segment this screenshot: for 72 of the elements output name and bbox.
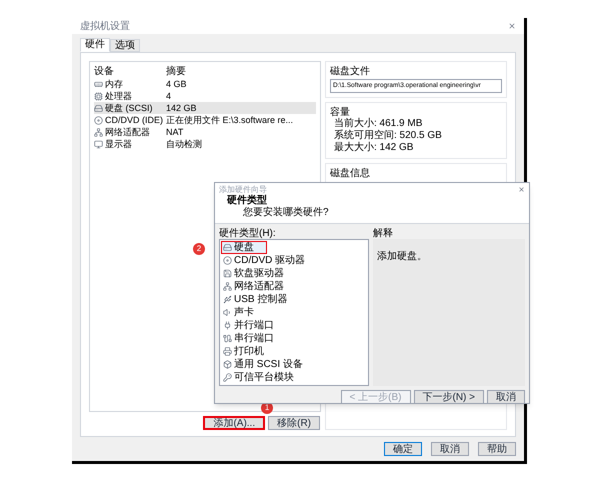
explanation-text: 添加硬盘。 (377, 251, 427, 262)
hardware-item[interactable]: 串行端口 (221, 332, 276, 345)
network-icon (94, 128, 103, 136)
dialog-button[interactable]: 取消 (487, 390, 525, 404)
group-heading: 容量 (330, 107, 351, 118)
device-summary: 4 GB (166, 78, 187, 90)
device-row[interactable]: CD/DVD (IDE) 正在使用文件 E:\3.software re... (94, 114, 316, 126)
monitor-icon (94, 140, 103, 148)
device-row[interactable]: 网络适配器 NAT (94, 126, 316, 138)
device-summary: 142 GB (166, 102, 197, 114)
hardware-item[interactable]: USB 控制器 (221, 293, 290, 306)
hard-drive-icon (223, 243, 232, 252)
list-label: 硬件类型(H): (219, 228, 277, 239)
network-icon (223, 282, 232, 291)
hardware-item[interactable]: 可信平台模块 (221, 371, 296, 384)
speaker-icon (223, 308, 232, 317)
device-summary: 4 (166, 90, 172, 102)
device-row[interactable]: 显示器 自动检测 (94, 138, 316, 150)
close-icon[interactable] (518, 186, 525, 192)
printer-icon (223, 347, 232, 356)
device-row[interactable]: 内存 4 GB (94, 78, 316, 90)
dialog-button[interactable]: 取消 (431, 442, 469, 456)
device-name: 硬盘 (SCSI) (105, 102, 153, 114)
column-header: 摘要 (166, 66, 186, 77)
dialog-button[interactable]: 帮助 (478, 442, 516, 456)
usb-icon (223, 295, 232, 304)
device-name: 内存 (105, 78, 123, 90)
disc-icon (223, 256, 232, 265)
explain-label: 解释 (373, 228, 394, 239)
hardware-item[interactable]: CD/DVD 驱动器 (221, 254, 308, 267)
cable-icon (223, 334, 232, 343)
dialog-button[interactable]: 添加(A)... (203, 416, 266, 430)
capacity-text: 系统可用空间: 520.5 GB (333, 130, 443, 142)
column-header: 设备 (94, 66, 115, 77)
device-summary: 自动检测 (166, 138, 202, 150)
dialog-button[interactable]: 移除(R) (268, 416, 320, 430)
device-row[interactable]: 硬盘 (SCSI) 142 GB (94, 102, 316, 114)
hardware-item[interactable]: 通用 SCSI 设备 (221, 358, 305, 371)
hardware-item[interactable]: 硬盘 (221, 241, 267, 254)
close-icon[interactable] (508, 22, 516, 30)
hardware-item[interactable]: 网络适配器 (221, 280, 286, 293)
capacity-text: 当前大小: 461.9 MB (333, 118, 424, 130)
device-name: 网络适配器 (105, 126, 150, 138)
floppy-icon (223, 269, 232, 278)
group-heading: 磁盘信息 (330, 168, 371, 179)
device-summary: NAT (166, 126, 184, 138)
dialog-button[interactable]: 下一步(N) > (414, 390, 484, 404)
tab[interactable]: 硬件 (80, 38, 110, 52)
hardware-item[interactable]: 声卡 (221, 306, 256, 319)
hard-drive-icon (94, 104, 103, 112)
hardware-item[interactable]: 打印机 (221, 345, 266, 358)
tab[interactable]: 选项 (110, 39, 140, 52)
chip-icon (94, 92, 103, 100)
capacity-text: 最大大小: 142 GB (333, 142, 414, 154)
device-name: 显示器 (105, 138, 132, 150)
window-title: 虚拟机设置 (80, 20, 130, 32)
key-icon (223, 373, 232, 382)
wizard-heading: 硬件类型 (227, 195, 268, 206)
hardware-item[interactable]: 并行端口 (221, 319, 276, 332)
memory-icon (94, 80, 103, 88)
device-row[interactable]: 处理器 4 (94, 90, 316, 102)
disc-icon (94, 116, 103, 124)
group-heading: 磁盘文件 (330, 66, 371, 77)
hardware-item[interactable]: 软盘驱动器 (221, 267, 286, 280)
dialog-button[interactable]: 确定 (384, 442, 422, 456)
device-name: CD/DVD (IDE) (105, 114, 163, 126)
plug-icon (223, 321, 232, 330)
box-icon (223, 360, 232, 369)
wizard-subheading: 您要安装哪类硬件? (242, 207, 330, 219)
device-name: 处理器 (105, 90, 132, 102)
device-summary: 正在使用文件 E:\3.software re... (166, 114, 294, 126)
window-title: 添加硬件向导 (219, 184, 267, 194)
